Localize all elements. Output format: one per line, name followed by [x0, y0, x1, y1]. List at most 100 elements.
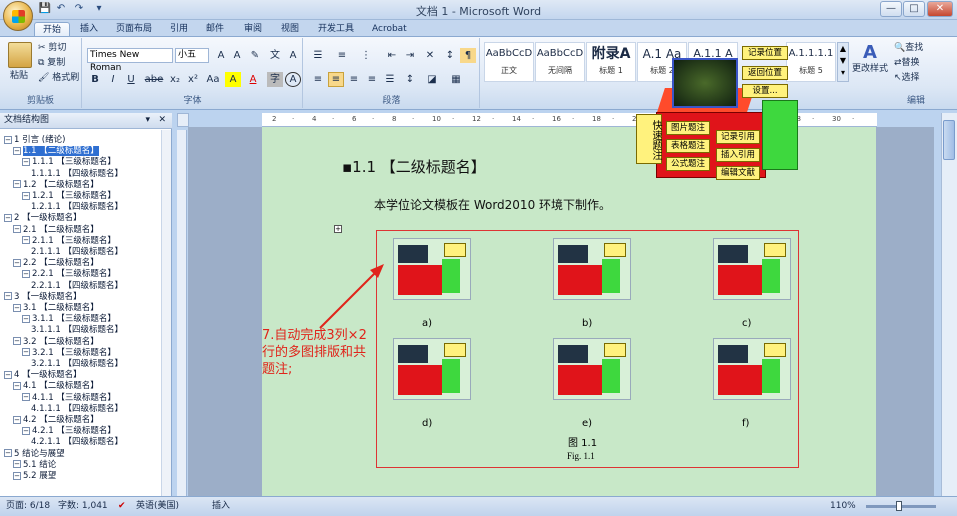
office-button[interactable] — [3, 1, 33, 31]
edit-reference-button[interactable]: 编辑文献 — [716, 166, 760, 180]
cut-button[interactable]: ✂ 剪切 — [38, 42, 66, 54]
nav-item[interactable]: −1.2.1 【三级标题名】 — [22, 191, 116, 202]
subfigure-cell[interactable]: a) — [386, 238, 478, 329]
phonetic-icon[interactable]: 文 — [267, 48, 283, 63]
table-caption-button[interactable]: 表格题注 — [666, 139, 710, 153]
nav-item[interactable]: 3.1.1.1 【四级标题名】 — [31, 325, 123, 336]
nav-item[interactable]: −4.2.1 【三级标题名】 — [22, 426, 116, 437]
nav-item[interactable]: −5 结论与展望 — [4, 449, 65, 460]
collapse-toggle-icon[interactable]: − — [4, 292, 12, 301]
subfigure-cell[interactable]: d) — [386, 338, 478, 429]
body-paragraph[interactable]: 本学位论文模板在 Word2010 环境下制作。 — [374, 196, 611, 213]
nav-item[interactable]: −3.1 【二级标题名】 — [13, 303, 99, 314]
section-heading[interactable]: ▪1.1 【二级标题名】 — [342, 156, 486, 177]
zoom-slider-thumb[interactable] — [896, 501, 902, 511]
copy-button[interactable]: ⧉ 复制 — [38, 57, 65, 69]
return-position-button[interactable]: 返回位置 — [742, 66, 788, 80]
shrink-font-icon[interactable]: A — [229, 48, 245, 63]
subfigure-cell[interactable]: e) — [546, 338, 638, 429]
collapse-toggle-icon[interactable]: − — [22, 157, 30, 166]
collapse-toggle-icon[interactable]: − — [13, 225, 21, 234]
tab-mailings[interactable]: 邮件 — [198, 22, 232, 37]
style-heading-5[interactable]: A.1.1.1.1 标题 5 — [786, 42, 836, 82]
nav-item[interactable]: −2.1.1 【三级标题名】 — [22, 236, 116, 247]
nav-item[interactable]: −2.2 【二级标题名】 — [13, 258, 99, 269]
nav-item[interactable]: −3 【一级标题名】 — [4, 292, 82, 303]
sort-icon[interactable]: ↕ — [442, 48, 458, 63]
subfigure-cell[interactable]: b) — [546, 238, 638, 329]
borders-icon[interactable]: ▦ — [448, 72, 464, 87]
collapse-toggle-icon[interactable]: − — [4, 135, 12, 144]
collapse-toggle-icon[interactable]: − — [22, 348, 30, 357]
increase-indent-icon[interactable]: ⇥ — [402, 48, 418, 63]
subfigure-cell[interactable]: c) — [706, 238, 798, 329]
settings-button[interactable]: 设置... — [742, 84, 788, 98]
change-styles-button[interactable]: A 更改样式 — [852, 42, 888, 82]
nav-item[interactable]: −3.1.1 【三级标题名】 — [22, 314, 116, 325]
nav-item[interactable]: −4 【一级标题名】 — [4, 370, 82, 381]
grow-font-icon[interactable]: A — [213, 48, 229, 63]
style-no-spacing[interactable]: AaBbCcD 无间隔 — [535, 42, 585, 82]
nav-item[interactable]: −2.2.1 【三级标题名】 — [22, 269, 116, 280]
nav-item[interactable]: −2.1 【二级标题名】 — [13, 225, 99, 236]
tab-references[interactable]: 引用 — [162, 22, 196, 37]
close-button[interactable]: ✕ — [927, 1, 953, 17]
nav-item[interactable]: −1 引言 (绪论) — [4, 135, 65, 146]
char-border-icon[interactable]: A — [285, 48, 301, 63]
tab-acrobat[interactable]: Acrobat — [364, 22, 415, 37]
record-citation-button[interactable]: 记录引用 — [716, 130, 760, 144]
insert-citation-button[interactable]: 插入引用 — [716, 148, 760, 162]
vertical-scrollbar[interactable] — [941, 113, 957, 496]
word-count[interactable]: 字数: 1,041 — [58, 497, 108, 515]
collapse-toggle-icon[interactable]: − — [22, 236, 30, 245]
nav-item[interactable]: −3.2.1 【三级标题名】 — [22, 348, 116, 359]
nav-item[interactable]: −4.1 【二级标题名】 — [13, 381, 99, 392]
nav-item[interactable]: 1.1.1.1 【四级标题名】 — [31, 169, 123, 180]
align-center-icon[interactable]: ≡ — [328, 72, 344, 87]
language-indicator[interactable]: 英语(美国) — [136, 497, 179, 515]
collapse-toggle-icon[interactable]: − — [13, 180, 21, 189]
char-shading-button[interactable]: 字 — [267, 72, 283, 87]
scroll-thumb[interactable] — [943, 120, 955, 160]
collapse-toggle-icon[interactable]: − — [4, 449, 12, 458]
align-left-icon[interactable]: ≡ — [310, 72, 326, 87]
collapse-toggle-icon[interactable]: − — [13, 460, 21, 469]
shading-icon[interactable]: ◪ — [424, 72, 440, 87]
pane-dropdown-icon[interactable]: ▾ — [145, 113, 150, 128]
clear-format-icon[interactable]: ✎ — [247, 48, 263, 63]
nav-item[interactable]: 4.2.1.1 【四级标题名】 — [31, 437, 123, 448]
bold-button[interactable]: B — [87, 72, 103, 87]
change-case-button[interactable]: Aa — [203, 72, 223, 87]
pane-close-icon[interactable]: ✕ — [158, 113, 166, 128]
tab-view[interactable]: 视图 — [273, 22, 307, 37]
nav-item[interactable]: −1.2 【二级标题名】 — [13, 180, 99, 191]
zoom-level[interactable]: 110% — [830, 497, 856, 515]
paste-icon[interactable] — [8, 42, 32, 68]
select-button[interactable]: ↖选择 — [894, 72, 920, 84]
nav-item[interactable]: 4.1.1.1 【四级标题名】 — [31, 404, 123, 415]
tab-page-layout[interactable]: 页面布局 — [108, 22, 160, 37]
figure-caption-button[interactable]: 图片题注 — [666, 121, 710, 135]
tab-insert[interactable]: 插入 — [72, 22, 106, 37]
format-painter-button[interactable]: 🖌 格式刷 — [38, 72, 79, 84]
collapse-toggle-icon[interactable]: − — [13, 471, 21, 480]
tab-developer[interactable]: 开发工具 — [310, 22, 362, 37]
font-size-select[interactable]: 小五 — [175, 48, 209, 63]
font-color-button[interactable]: A — [245, 72, 261, 87]
highlight-button[interactable]: A — [225, 72, 241, 87]
multilevel-list-icon[interactable]: ⋮ — [358, 48, 374, 63]
nav-item[interactable]: −4.1.1 【三级标题名】 — [22, 393, 116, 404]
align-right-icon[interactable]: ≡ — [346, 72, 362, 87]
underline-button[interactable]: U — [123, 72, 139, 87]
collapse-toggle-icon[interactable]: − — [13, 381, 21, 390]
nav-item[interactable]: 2.1.1.1 【四级标题名】 — [31, 247, 123, 258]
replace-button[interactable]: ⇄替换 — [894, 57, 920, 69]
proofing-icon[interactable]: ✔ — [118, 497, 126, 515]
minimize-button[interactable]: — — [880, 1, 902, 17]
nav-item[interactable]: −1.1 【二级标题名】 — [13, 146, 99, 157]
line-spacing-icon[interactable]: ↕ — [402, 72, 418, 87]
decrease-indent-icon[interactable]: ⇤ — [384, 48, 400, 63]
style-heading-1[interactable]: 附录A 标题 1 — [586, 42, 636, 82]
formula-caption-button[interactable]: 公式题注 — [666, 157, 710, 171]
nav-item[interactable]: −4.2 【二级标题名】 — [13, 415, 99, 426]
